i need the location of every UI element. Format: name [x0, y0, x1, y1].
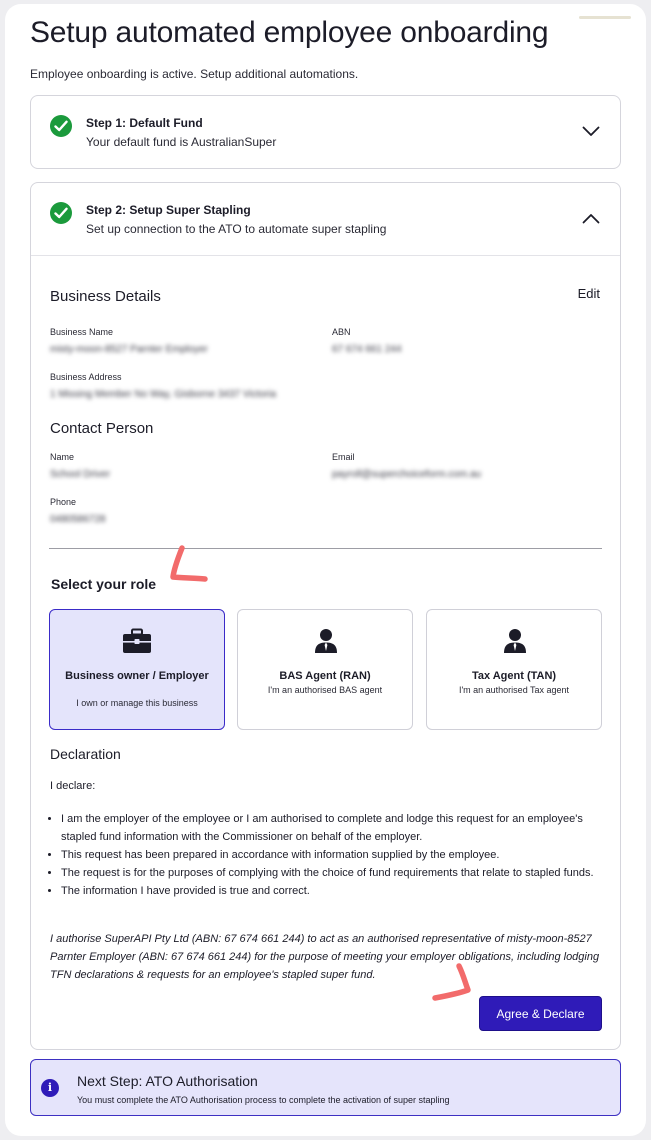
- role-subtitle: I'm an authorised BAS agent: [267, 685, 383, 695]
- briefcase-icon: [122, 628, 152, 659]
- step-1-title: Step 1: Default Fund: [86, 116, 203, 130]
- role-subtitle: I'm an authorised Tax agent: [458, 685, 570, 695]
- role-card-tax-agent[interactable]: Tax Agent (TAN) I'm an authorised Tax ag…: [426, 609, 602, 730]
- contact-person-heading: Contact Person: [50, 420, 154, 437]
- contact-email-value: payroll@superchoiceform.com.au: [332, 469, 482, 480]
- person-icon: [314, 628, 338, 659]
- abn-value: 67 674 661 244: [332, 344, 402, 355]
- role-title: Tax Agent (TAN): [471, 670, 557, 682]
- contact-phone-label: Phone: [50, 497, 77, 507]
- select-role-heading: Select your role: [51, 576, 157, 592]
- declaration-item: This request has been prepared in accord…: [61, 846, 601, 864]
- annotation-arrow-mark: [170, 545, 208, 582]
- contact-email-label: Email: [332, 452, 355, 462]
- page-subtitle: Employee onboarding is active. Setup add…: [30, 67, 359, 81]
- chevron-down-icon[interactable]: [582, 124, 600, 142]
- role-card-bas-agent[interactable]: BAS Agent (RAN) I'm an authorised BAS ag…: [237, 609, 413, 730]
- next-step-description: You must complete the ATO Authorisation …: [77, 1095, 450, 1105]
- page-title: Setup automated employee onboarding: [30, 16, 549, 49]
- step-2-body: Business Details Edit Business Name mist…: [31, 256, 620, 1049]
- edit-link[interactable]: Edit: [578, 286, 600, 301]
- role-title: Business owner / Employer: [65, 670, 209, 682]
- step-1-description: Your default fund is AustralianSuper: [86, 135, 277, 149]
- role-card-business-owner[interactable]: Business owner / Employer I own or manag…: [49, 609, 225, 730]
- role-title: BAS Agent (RAN): [279, 670, 371, 682]
- info-icon: i: [41, 1079, 59, 1097]
- contact-phone-value: 0480586728: [50, 514, 106, 525]
- declaration-item: The information I have provided is true …: [61, 882, 601, 900]
- section-divider: [49, 548, 602, 549]
- business-name-value: misty-moon-8527 Parnter Employer: [50, 344, 208, 355]
- business-name-label: Business Name: [50, 327, 114, 337]
- role-subtitle: I own or manage this business: [76, 698, 198, 708]
- check-circle-icon: [50, 202, 72, 224]
- contact-name-value: School Driver: [50, 469, 111, 480]
- step-1-header[interactable]: Step 1: Default Fund Your default fund i…: [31, 96, 620, 168]
- step-1-card[interactable]: Step 1: Default Fund Your default fund i…: [30, 95, 621, 169]
- top-edge-bar: [579, 16, 631, 19]
- abn-label: ABN: [332, 327, 351, 337]
- authorisation-statement: I authorise SuperAPI Pty Ltd (ABN: 67 67…: [50, 933, 600, 981]
- step-2-title: Step 2: Setup Super Stapling: [86, 203, 251, 217]
- check-circle-icon: [50, 115, 72, 137]
- chevron-up-icon[interactable]: [582, 211, 600, 229]
- annotation-arrow-mark: [432, 963, 471, 1001]
- declaration-item: I am the employer of the employee or I a…: [61, 810, 601, 846]
- step-2-card: Step 2: Setup Super Stapling Set up conn…: [30, 182, 621, 1050]
- agree-declare-button[interactable]: Agree & Declare: [479, 996, 602, 1031]
- declaration-item: The request is for the purposes of compl…: [61, 864, 601, 882]
- business-address-label: Business Address: [50, 372, 122, 382]
- contact-name-label: Name: [50, 452, 75, 462]
- business-details-heading: Business Details: [50, 288, 161, 305]
- person-icon: [503, 628, 527, 659]
- declaration-list: I am the employer of the employee or I a…: [61, 810, 601, 900]
- next-step-banner: i Next Step: ATO Authorisation You must …: [30, 1059, 621, 1116]
- step-2-header[interactable]: Step 2: Setup Super Stapling Set up conn…: [31, 183, 620, 255]
- declaration-heading: Declaration: [50, 746, 121, 762]
- onboarding-panel: Setup automated employee onboarding Empl…: [5, 4, 646, 1136]
- declaration-intro: I declare:: [50, 780, 96, 792]
- business-address-value: 1 Missing Member No Way, Gisborne 3437 V…: [50, 389, 277, 400]
- next-step-title: Next Step: ATO Authorisation: [77, 1073, 258, 1089]
- step-2-description: Set up connection to the ATO to automate…: [86, 222, 387, 236]
